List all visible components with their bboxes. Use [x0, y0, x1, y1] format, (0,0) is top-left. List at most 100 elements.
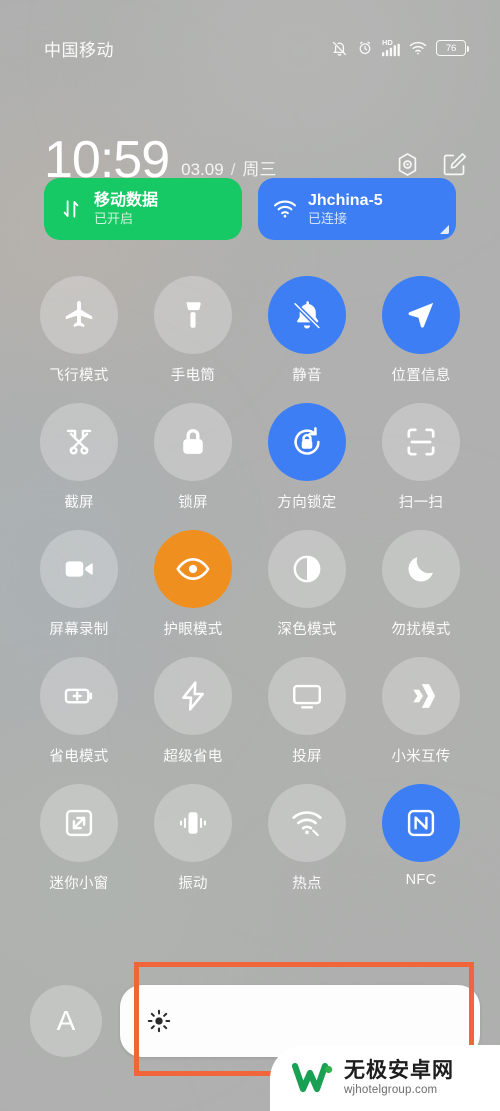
card-title: 移动数据	[94, 191, 159, 209]
toggle-cast[interactable]: 投屏	[250, 657, 364, 766]
mute-bell-icon	[331, 40, 348, 57]
toggle-lock-screen[interactable]: 锁屏	[136, 403, 250, 512]
status-bar: 中国移动 HD 76	[0, 0, 500, 96]
toggle-label: 振动	[178, 876, 208, 892]
settings-gear-icon[interactable]	[394, 151, 421, 178]
toggle-label: 手电筒	[170, 368, 216, 384]
toggle-circle[interactable]	[40, 784, 118, 862]
location-arrow-icon	[408, 302, 434, 328]
status-icons: HD 76	[331, 37, 469, 57]
watermark-site-name: 无极安卓网	[344, 1058, 454, 1082]
toggle-flashlight[interactable]: 手电筒	[136, 276, 250, 385]
nfc-icon	[407, 809, 435, 837]
watermark-url: wjhotelgroup.com	[344, 1083, 438, 1096]
signal-bars-icon: HD	[382, 37, 400, 57]
toggle-label: 静音	[292, 368, 322, 384]
toggle-nfc[interactable]: NFC	[364, 784, 478, 893]
toggle-label: 深色模式	[277, 622, 337, 638]
wifi-expand-arrow-icon[interactable]	[440, 225, 449, 234]
mini-window-icon	[65, 809, 93, 837]
mi-share-icon	[413, 684, 436, 708]
edit-pencil-icon[interactable]	[441, 151, 468, 178]
flashlight-icon	[186, 302, 201, 328]
battery-icon: 76	[436, 40, 469, 56]
watermark-text: 无极安卓网 wjhotelgroup.com	[344, 1058, 454, 1096]
toggle-label: 省电模式	[49, 749, 109, 765]
wifi-card[interactable]: Jhchina-5 已连接	[258, 178, 456, 240]
clock-actions	[394, 151, 468, 178]
toggle-mi-share[interactable]: 小米互传	[364, 657, 478, 766]
wifi-icon	[272, 199, 298, 219]
toggle-circle[interactable]	[154, 657, 232, 735]
battery-percent-label: 76	[445, 42, 457, 54]
network-type-label: HD	[382, 37, 393, 47]
auto-brightness-label: A	[56, 1005, 76, 1036]
scan-icon	[407, 428, 435, 456]
video-camera-icon	[65, 561, 93, 577]
toggle-airplane-mode[interactable]: 飞行模式	[22, 276, 136, 385]
toggle-rotation-lock[interactable]: 方向锁定	[250, 403, 364, 512]
card-subtitle: 已连接	[308, 210, 348, 226]
toggle-circle[interactable]	[382, 530, 460, 608]
toggle-battery-saver[interactable]: 省电模式	[22, 657, 136, 766]
carrier-label: 中国移动	[44, 40, 114, 60]
date-separator: /	[230, 160, 236, 179]
toggle-circle[interactable]	[154, 276, 232, 354]
lightning-bolt-icon	[182, 681, 204, 711]
toggle-label: NFC	[405, 872, 437, 888]
vibrate-icon	[179, 812, 207, 834]
toggle-row: 屏幕录制 护眼模式 深色模式 勿扰模式	[22, 530, 478, 657]
toggle-scan[interactable]: 扫一扫	[364, 403, 478, 512]
toggle-label: 热点	[292, 876, 322, 892]
toggle-circle[interactable]	[268, 784, 346, 862]
toggle-circle[interactable]	[40, 530, 118, 608]
toggle-circle[interactable]	[40, 657, 118, 735]
toggle-mute[interactable]: 静音	[250, 276, 364, 385]
toggle-circle[interactable]	[40, 276, 118, 354]
lock-icon	[183, 428, 203, 454]
airplane-icon	[65, 300, 93, 327]
toggle-row: 飞行模式 手电筒 静音 位置信息	[22, 276, 478, 403]
toggle-vibrate[interactable]: 振动	[136, 784, 250, 893]
battery-saver-icon	[64, 688, 93, 704]
toggle-screenshot[interactable]: 截屏	[22, 403, 136, 512]
toggle-circle[interactable]	[382, 276, 460, 354]
toggle-label: 投屏	[292, 749, 322, 765]
toggle-circle[interactable]	[268, 657, 346, 735]
eye-icon	[176, 557, 210, 581]
toggle-circle[interactable]	[382, 657, 460, 735]
toggle-ultra-battery-saver[interactable]: 超级省电	[136, 657, 250, 766]
moon-icon	[408, 557, 433, 582]
clock-date: 03.09	[181, 160, 224, 179]
toggle-label: 勿扰模式	[391, 622, 451, 638]
toggle-circle[interactable]	[268, 403, 346, 481]
mobile-data-card[interactable]: 移动数据 已开启	[44, 178, 242, 240]
toggle-eye-comfort[interactable]: 护眼模式	[136, 530, 250, 639]
toggle-location[interactable]: 位置信息	[364, 276, 478, 385]
clock-row: 10:59 03.09 / 周三	[0, 108, 500, 186]
toggle-circle[interactable]	[382, 403, 460, 481]
toggle-circle[interactable]	[40, 403, 118, 481]
toggle-dark-mode[interactable]: 深色模式	[250, 530, 364, 639]
toggle-circle[interactable]	[154, 403, 232, 481]
toggle-circle[interactable]	[268, 530, 346, 608]
bell-mute-icon	[291, 300, 322, 331]
card-subtitle: 已开启	[94, 210, 134, 226]
toggle-circle[interactable]	[268, 276, 346, 354]
toggle-do-not-disturb[interactable]: 勿扰模式	[364, 530, 478, 639]
toggle-mini-window[interactable]: 迷你小窗	[22, 784, 136, 893]
watermark: 无极安卓网 wjhotelgroup.com	[270, 1045, 500, 1111]
toggle-label: 锁屏	[178, 495, 208, 511]
data-transfer-icon	[58, 198, 84, 220]
toggle-label: 方向锁定	[277, 495, 337, 511]
clock-date-group: 03.09 / 周三	[181, 155, 276, 180]
toggle-label: 截屏	[64, 495, 94, 511]
toggle-circle[interactable]	[154, 784, 232, 862]
quick-toggle-grid: 飞行模式 手电筒 静音 位置信息 截屏 锁屏 方向锁定 扫一扫 屏幕录制 护眼模…	[22, 276, 478, 911]
toggle-screen-record[interactable]: 屏幕录制	[22, 530, 136, 639]
toggle-circle[interactable]	[382, 784, 460, 862]
toggle-circle[interactable]	[154, 530, 232, 608]
auto-brightness-button[interactable]: A	[30, 985, 102, 1057]
toggle-hotspot[interactable]: 热点	[250, 784, 364, 893]
screenshot-icon	[66, 429, 92, 455]
